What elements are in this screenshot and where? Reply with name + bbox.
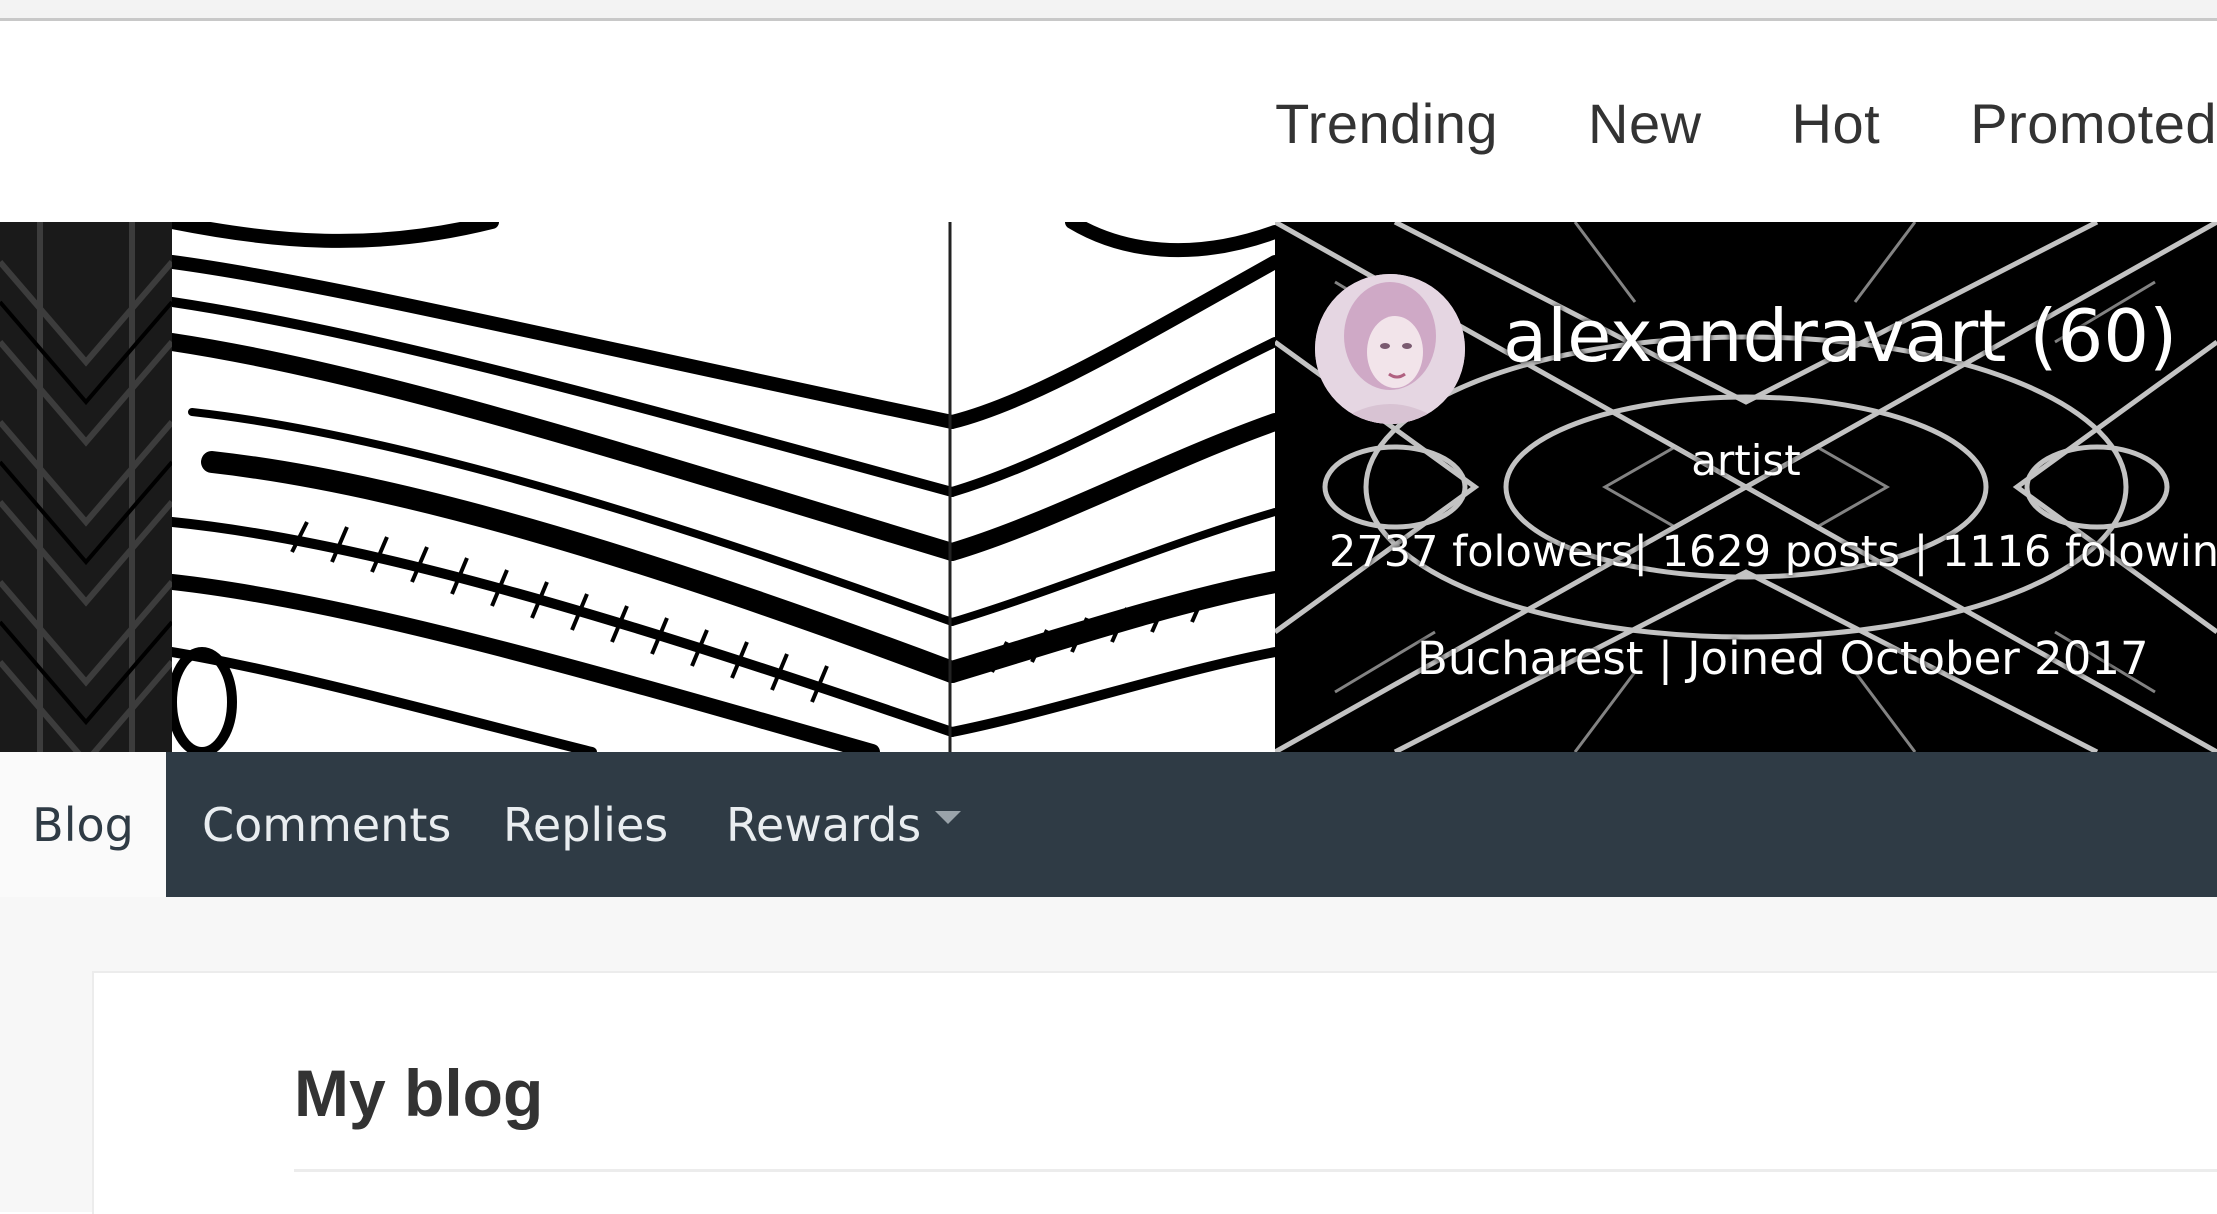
avatar[interactable] — [1315, 274, 1465, 424]
browser-top-strip — [0, 0, 2217, 21]
profile-stats: 2737 folowers| 1629 posts | 1116 folowin… — [1329, 527, 2217, 577]
cover-art-wave-illustration — [172, 222, 1275, 752]
profile-header: alexandravart (60) artist 2737 folowers|… — [1275, 222, 2217, 752]
profile-tab-bar: Blog Comments Replies Rewards — [0, 752, 2217, 897]
top-navigation: Trending New Hot Promoted — [1275, 88, 2217, 158]
cover-art-left-strip — [0, 222, 172, 752]
tab-replies[interactable]: Replies — [503, 752, 668, 897]
nav-link-new[interactable]: New — [1588, 91, 1702, 156]
profile-username: alexandravart (60) — [1503, 294, 2178, 378]
section-title: My blog — [294, 1056, 544, 1130]
caret-down-icon — [935, 811, 962, 824]
profile-cover-banner: alexandravart (60) artist 2737 folowers|… — [0, 222, 2217, 752]
avatar-portrait-icon — [1315, 274, 1465, 424]
divider — [294, 1169, 2217, 1172]
tab-blog-label: Blog — [32, 797, 134, 852]
tab-comments[interactable]: Comments — [202, 752, 451, 897]
tab-blog[interactable]: Blog — [0, 752, 166, 897]
tab-rewards-label: Rewards — [726, 797, 922, 852]
profile-location-joined: Bucharest | Joined October 2017 — [1417, 632, 2149, 685]
tab-rewards[interactable]: Rewards — [726, 752, 962, 897]
nav-link-trending[interactable]: Trending — [1275, 91, 1498, 156]
profile-tagline: artist — [1691, 436, 1801, 485]
nav-link-promoted[interactable]: Promoted — [1970, 91, 2217, 156]
blog-card: My blog — [92, 971, 2217, 1214]
tab-replies-label: Replies — [503, 797, 669, 852]
nav-link-hot[interactable]: Hot — [1792, 91, 1881, 156]
tab-comments-label: Comments — [202, 797, 452, 852]
